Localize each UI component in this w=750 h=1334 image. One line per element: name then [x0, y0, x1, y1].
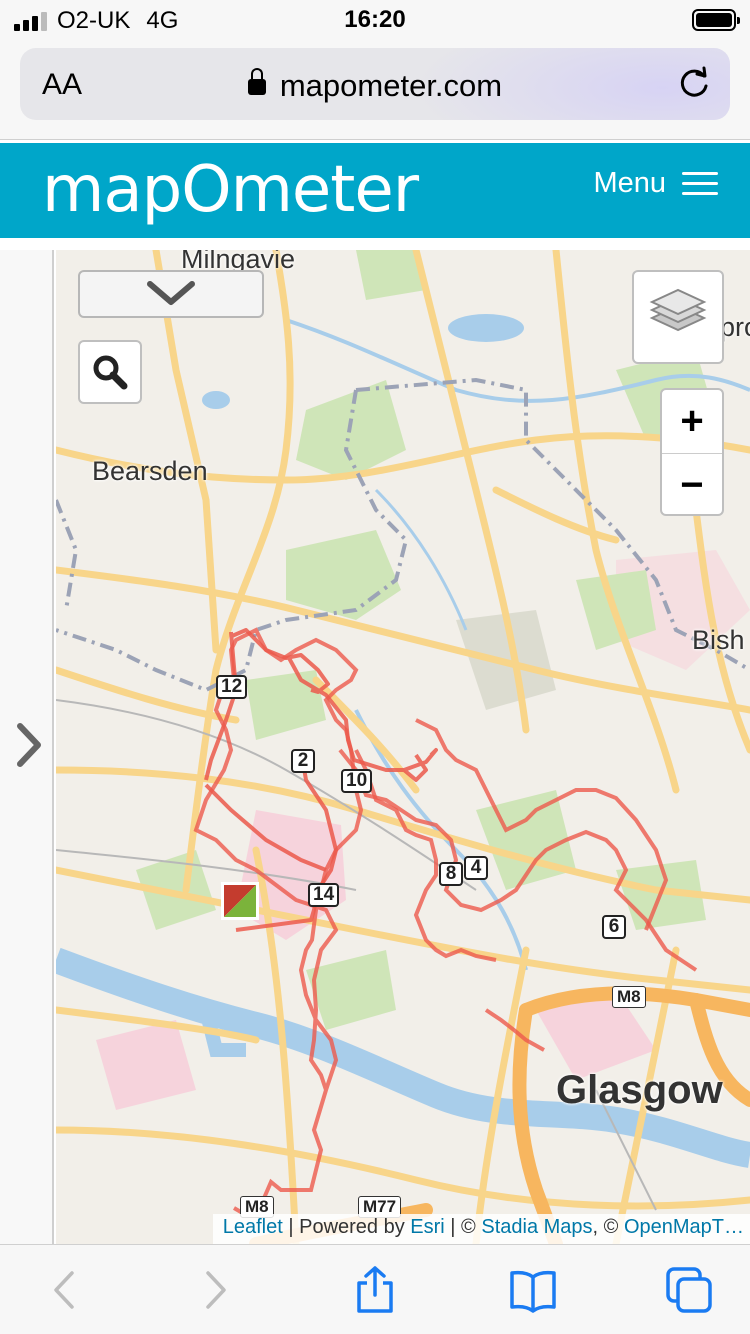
hamburger-icon [682, 172, 718, 195]
zoom-out-button[interactable]: − [662, 453, 722, 516]
browser-toolbar [0, 1244, 750, 1334]
route-marker-12[interactable]: 12 [216, 675, 248, 699]
battery-icon [692, 9, 740, 31]
share-icon[interactable] [350, 1265, 400, 1315]
route-marker-14[interactable]: 14 [308, 883, 340, 907]
leaflet-link[interactable]: Leaflet [223, 1216, 283, 1238]
status-bar: O2-UK 4G 16:20 [0, 0, 750, 42]
attribution-sep3: , © [592, 1216, 624, 1238]
status-time: 16:20 [344, 6, 406, 33]
esri-link[interactable]: Esri [410, 1216, 444, 1238]
map-attribution: Leaflet | Powered by Esri | © Stadia Map… [212, 1214, 750, 1244]
osm-link[interactable]: OpenMapT… [624, 1216, 744, 1238]
browser-address-area: AA mapometer.com [0, 42, 750, 140]
place-glasgow: Glasgow [556, 1068, 723, 1112]
route-marker-8[interactable]: 8 [439, 862, 463, 886]
chevron-down-icon [147, 281, 195, 305]
route-marker-2[interactable]: 2 [291, 749, 315, 773]
map-area: Milngavie Bearsden Bish Glasgow pro 12 2… [0, 250, 750, 1244]
url-display[interactable]: mapometer.com [20, 68, 730, 104]
attribution-sep1: | Powered by [282, 1216, 411, 1238]
route-marker-6[interactable]: 6 [602, 915, 626, 939]
layers-icon [649, 288, 707, 332]
place-bearsden: Bearsden [92, 456, 208, 486]
search-button[interactable] [78, 340, 142, 404]
place-bish: Bish [692, 625, 745, 655]
layers-button[interactable] [632, 270, 724, 364]
side-panel-toggle[interactable] [0, 250, 54, 1244]
menu-button[interactable]: Menu [593, 167, 718, 200]
lock-icon [247, 68, 266, 95]
forward-icon[interactable] [190, 1265, 240, 1315]
reload-icon[interactable] [674, 64, 714, 104]
back-icon[interactable] [40, 1265, 90, 1315]
search-icon [93, 355, 128, 390]
zoom-control: + − [660, 388, 724, 516]
route-marker-10[interactable]: 10 [341, 769, 373, 793]
site-logo[interactable]: mapOmeter [42, 153, 419, 227]
url-text: mapometer.com [279, 68, 503, 103]
tabs-icon[interactable] [664, 1265, 714, 1315]
route-marker-4[interactable]: 4 [464, 856, 488, 880]
zoom-in-button[interactable]: + [662, 390, 722, 453]
chevron-right-icon[interactable] [14, 720, 44, 770]
site-header: mapOmeter Menu [0, 143, 750, 238]
address-bar[interactable]: AA mapometer.com [20, 48, 730, 120]
map-canvas[interactable]: Milngavie Bearsden Bish Glasgow pro 12 2… [56, 250, 750, 1244]
attribution-sep2: | © [444, 1216, 482, 1238]
menu-label: Menu [593, 167, 666, 199]
panel-collapse-button[interactable] [78, 270, 264, 318]
stadia-link[interactable]: Stadia Maps [481, 1216, 592, 1238]
road-shield-m8-east: M8 [612, 986, 646, 1008]
bookmarks-icon[interactable] [508, 1265, 558, 1315]
place-edge: pro [720, 312, 750, 342]
